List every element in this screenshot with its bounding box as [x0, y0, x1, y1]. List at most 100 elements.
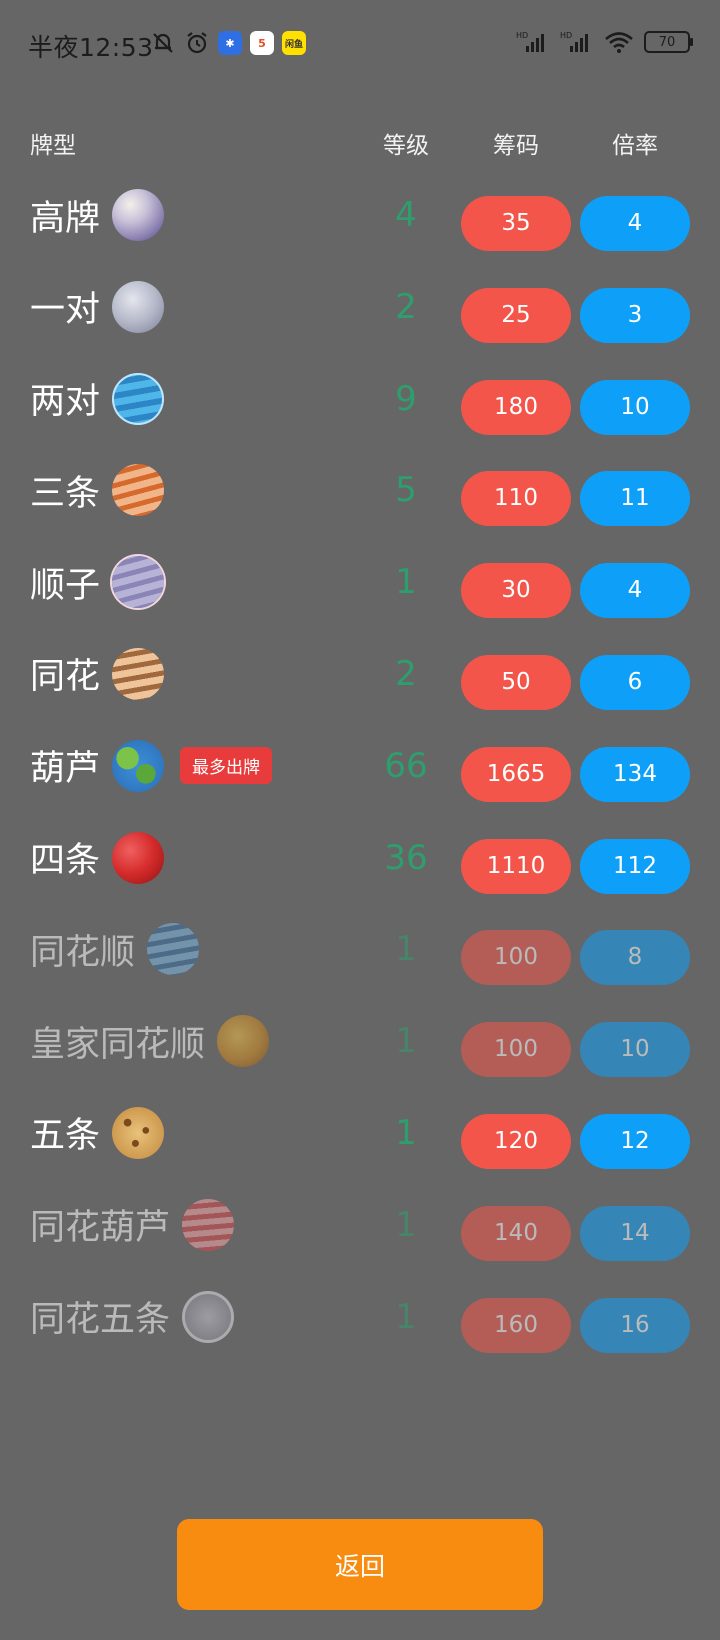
hand-row: 顺子 1 30 4 [0, 551, 720, 643]
planet-icon [112, 464, 165, 517]
hand-name: 顺子 [30, 565, 101, 606]
planet-icon [112, 556, 165, 609]
hand-name: 四条 [30, 841, 101, 882]
hand-list: 高牌 4 35 4 一对 2 25 3 两对 9 180 10 三条 5 110… [0, 184, 720, 1377]
chips-pill: 25 [461, 287, 571, 343]
planet-icon [112, 280, 165, 333]
header-level: 等级 [383, 133, 429, 159]
planet-icon [112, 831, 165, 884]
hand-name: 高牌 [30, 198, 101, 239]
status-icons-right: HD HD 70 [516, 30, 693, 54]
planet-icon [182, 1290, 235, 1343]
header-chips: 筹码 [493, 133, 539, 159]
chips-pill: 160 [461, 1297, 571, 1353]
hand-level: 1 [395, 1112, 417, 1153]
chips-pill: 100 [461, 1022, 571, 1078]
hand-name: 同花顺 [30, 932, 136, 973]
hand-level: 2 [395, 286, 417, 327]
svg-text:HD: HD [516, 31, 528, 40]
hand-level: 5 [395, 470, 417, 511]
planet-icon [112, 372, 165, 425]
hand-level: 1 [395, 1204, 417, 1245]
alarm-icon [187, 32, 207, 54]
mult-pill: 10 [580, 1022, 690, 1078]
mult-pill: 4 [580, 563, 690, 619]
hand-row: 四条 36 1110 112 [0, 827, 720, 919]
hand-level: 1 [395, 1296, 417, 1337]
hand-name: 两对 [30, 382, 101, 423]
chips-pill: 120 [461, 1113, 571, 1169]
mult-pill: 134 [580, 746, 690, 802]
wifi-icon [605, 32, 633, 53]
mult-pill: 12 [580, 1113, 690, 1169]
muted-bell-icon [153, 33, 173, 53]
header-mult: 倍率 [612, 133, 658, 159]
html5-app-icon: 5 [250, 31, 274, 55]
mult-pill: 112 [580, 838, 690, 894]
hand-level: 2 [395, 653, 417, 694]
earth-planet-icon [112, 739, 165, 792]
mult-pill: 10 [580, 379, 690, 435]
mult-pill: 14 [580, 1205, 690, 1261]
hand-row: 同花五条 1 160 16 [0, 1286, 720, 1378]
hand-level: 1 [395, 1021, 417, 1062]
hand-row: 同花顺 1 100 8 [0, 918, 720, 1010]
status-icons-left: ✱ 5 闲鱼 [150, 30, 306, 56]
chips-pill: 1665 [461, 746, 571, 802]
hand-row: 同花 2 50 6 [0, 643, 720, 735]
hand-name: 五条 [30, 1116, 101, 1157]
hand-name: 三条 [30, 473, 101, 514]
xianyu-app-icon: 闲鱼 [282, 31, 306, 55]
hand-row: 同花葫芦 1 140 14 [0, 1194, 720, 1286]
hand-name: 皇家同花顺 [30, 1024, 206, 1065]
hand-name: 一对 [30, 290, 101, 331]
mult-pill: 8 [580, 930, 690, 986]
hand-row: 一对 2 25 3 [0, 276, 720, 368]
chips-pill: 100 [461, 930, 571, 986]
chips-pill: 180 [461, 379, 571, 435]
hand-row: 皇家同花顺 1 100 10 [0, 1010, 720, 1102]
hand-level: 1 [395, 929, 417, 970]
hand-level: 66 [384, 745, 428, 786]
planet-icon [182, 1198, 235, 1251]
hand-name: 同花五条 [30, 1300, 171, 1341]
chips-pill: 140 [461, 1205, 571, 1261]
chips-pill: 110 [461, 471, 571, 527]
most-played-badge: 最多出牌 [180, 747, 273, 785]
planet-icon [147, 923, 200, 976]
svg-text:HD: HD [560, 31, 572, 40]
planet-icon [112, 1106, 165, 1159]
planet-icon [112, 647, 165, 700]
tool-app-icon: ✱ [218, 31, 242, 55]
hand-name: 同花葫芦 [30, 1208, 171, 1249]
mult-pill: 6 [580, 654, 690, 710]
header-hand-type: 牌型 [30, 133, 76, 159]
hand-level: 1 [395, 562, 417, 603]
hand-level: 4 [395, 195, 417, 235]
planet-icon [112, 189, 165, 241]
mult-pill: 4 [580, 196, 690, 251]
signal-hd-icon-2: HD [560, 31, 588, 52]
signal-hd-icon: HD [516, 31, 544, 52]
hand-name: 葫芦 [30, 749, 101, 790]
hand-name: 同花 [30, 657, 101, 698]
hand-row: 三条 5 110 11 [0, 459, 720, 551]
mult-pill: 16 [580, 1297, 690, 1353]
hand-row: 两对 9 180 10 [0, 368, 720, 460]
hand-level: 36 [384, 837, 428, 878]
planet-icon [217, 1015, 270, 1068]
hand-row: 葫芦 最多出牌 66 1665 134 [0, 735, 720, 827]
hand-level: 9 [395, 378, 417, 419]
table-header: 牌型 等级 筹码 倍率 [0, 118, 720, 162]
chips-pill: 35 [461, 196, 571, 251]
mult-pill: 3 [580, 287, 690, 343]
chips-pill: 30 [461, 563, 571, 619]
battery-icon: 70 [644, 31, 693, 53]
chips-pill: 1110 [461, 838, 571, 894]
chips-pill: 50 [461, 654, 571, 710]
status-time: 半夜12:53 [28, 33, 154, 62]
hand-row: 高牌 4 35 4 [0, 184, 720, 276]
status-bar: 半夜12:53 ✱ 5 闲鱼 HD HD 70 [0, 0, 720, 90]
mult-pill: 11 [580, 471, 690, 527]
return-button[interactable]: 返回 [177, 1519, 543, 1610]
